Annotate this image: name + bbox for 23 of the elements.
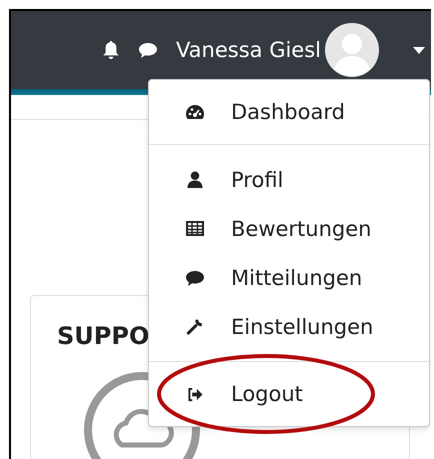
gauge-icon [185,104,205,120]
caret-icon[interactable] [413,46,425,54]
menu-item[interactable]: Einstellungen [149,302,429,351]
menu-item[interactable]: Logout [149,372,429,416]
menu-item-label: Dashboard [231,100,345,124]
table-icon [185,221,205,236]
bell-icon[interactable] [102,40,120,60]
menu-item-label: Einstellungen [231,314,374,338]
menu-item[interactable]: Mitteilungen [149,253,429,302]
chat-icon[interactable] [138,41,158,59]
menu-item[interactable]: Profil [149,155,429,204]
menu-item-label: Bewertungen [231,216,372,240]
menu-item-label: Mitteilungen [231,266,362,290]
avatar-icon[interactable] [325,23,379,77]
person-icon [185,171,205,188]
menu-item-label: Logout [231,382,303,406]
card-title: SUPPO [57,322,150,350]
user-name[interactable]: Vanessa Giesl [176,38,321,62]
menu-item-label: Profil [231,168,284,192]
wrench-icon [185,318,205,335]
speech-bubble-icon [185,268,205,286]
menu-item[interactable]: Dashboard [149,90,429,134]
menu-item[interactable]: Bewertungen [149,204,429,253]
